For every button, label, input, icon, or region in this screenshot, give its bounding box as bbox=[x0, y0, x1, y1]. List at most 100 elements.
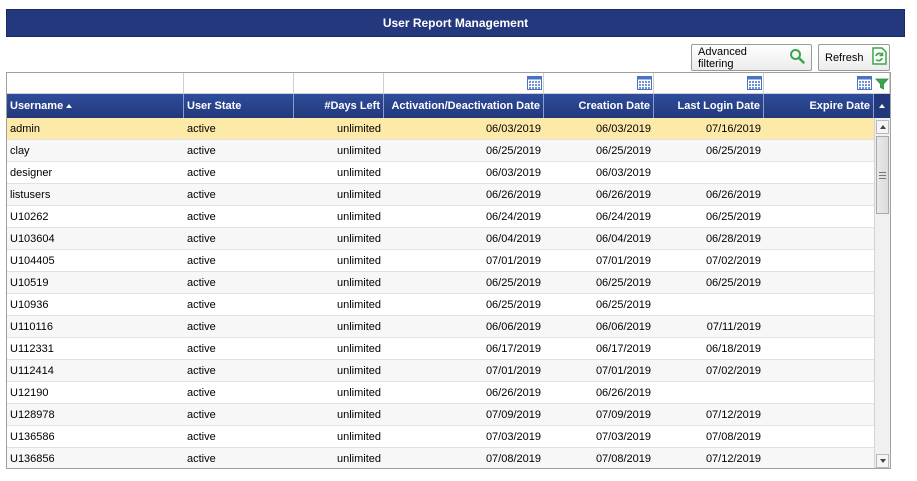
cell-days-left: unlimited bbox=[336, 276, 381, 289]
calendar-icon[interactable] bbox=[857, 76, 872, 93]
filter-icon[interactable] bbox=[875, 77, 889, 94]
table-row[interactable]: U128978 active unlimited 07/09/2019 07/09/20… bbox=[7, 404, 874, 426]
cell-username: U10262 bbox=[10, 210, 49, 223]
table-row[interactable]: U136586 active unlimited 07/03/2019 07/03/20… bbox=[7, 426, 874, 448]
cell-user-state: active bbox=[187, 210, 216, 223]
calendar-icon[interactable] bbox=[527, 76, 542, 93]
table-row[interactable]: U10519 active unlimited 06/25/2019 06/25/201… bbox=[7, 272, 874, 294]
cell-days-left: unlimited bbox=[336, 232, 381, 245]
cell-user-state: active bbox=[187, 276, 216, 289]
cell-last-login-date: 07/12/2019 bbox=[705, 408, 761, 421]
table-row[interactable]: designer active unlimited 06/03/2019 06/03/2… bbox=[7, 162, 874, 184]
cell-last-login-date: 06/18/2019 bbox=[705, 342, 761, 355]
cell-expire-date bbox=[764, 404, 874, 425]
filter-cell-activation-date[interactable] bbox=[384, 73, 544, 94]
table-row[interactable]: U112414 active unlimited 07/01/2019 07/01/20… bbox=[7, 360, 874, 382]
column-header-label: Last Login Date bbox=[677, 100, 760, 112]
table-row[interactable]: U112331 active unlimited 06/17/2019 06/17/20… bbox=[7, 338, 874, 360]
cell-days-left: unlimited bbox=[336, 452, 381, 465]
filter-cell-days-left[interactable] bbox=[294, 73, 384, 94]
cell-last-login-date: 07/16/2019 bbox=[705, 122, 761, 135]
cell-expire-date bbox=[764, 272, 874, 293]
column-header-last-login-date[interactable]: Last Login Date bbox=[654, 94, 764, 118]
column-header-user-state[interactable]: User State bbox=[184, 94, 294, 118]
cell-days-left: unlimited bbox=[336, 430, 381, 443]
column-header-creation-date[interactable]: Creation Date bbox=[544, 94, 654, 118]
table-row[interactable]: U110116 active unlimited 06/06/2019 06/06/20… bbox=[7, 316, 874, 338]
cell-expire-date bbox=[764, 382, 874, 403]
filter-cell-creation-date[interactable] bbox=[544, 73, 654, 94]
cell-creation-date: 07/08/2019 bbox=[595, 452, 651, 465]
cell-last-login-date: 06/25/2019 bbox=[705, 144, 761, 157]
table-body: admin active unlimited 06/03/2019 06/03/2019… bbox=[7, 118, 874, 468]
calendar-icon[interactable] bbox=[747, 76, 762, 93]
advanced-filtering-button[interactable]: Advanced filtering bbox=[691, 44, 812, 71]
cell-user-state: active bbox=[187, 166, 216, 179]
cell-activation-date: 07/08/2019 bbox=[485, 452, 541, 465]
column-header-days-left[interactable]: #Days Left bbox=[294, 94, 384, 118]
cell-days-left: unlimited bbox=[336, 166, 381, 179]
table-row[interactable]: U104405 active unlimited 07/01/2019 07/01/20… bbox=[7, 250, 874, 272]
cell-user-state: active bbox=[187, 342, 216, 355]
table-row[interactable]: U10262 active unlimited 06/24/2019 06/24/201… bbox=[7, 206, 874, 228]
cell-activation-date: 06/25/2019 bbox=[485, 298, 541, 311]
cell-expire-date bbox=[764, 426, 874, 447]
cell-days-left: unlimited bbox=[336, 342, 381, 355]
table-row[interactable]: U103604 active unlimited 06/04/2019 06/04/20… bbox=[7, 228, 874, 250]
cell-creation-date: 06/25/2019 bbox=[595, 144, 651, 157]
cell-activation-date: 06/04/2019 bbox=[485, 232, 541, 245]
cell-username: U104405 bbox=[10, 254, 55, 267]
cell-creation-date: 06/06/2019 bbox=[595, 320, 651, 333]
filter-cell-username[interactable] bbox=[7, 73, 184, 94]
cell-last-login-date: 07/11/2019 bbox=[706, 320, 761, 333]
cell-last-login-date: 06/25/2019 bbox=[705, 210, 761, 223]
sort-ascending-icon bbox=[66, 104, 73, 108]
cell-username: U110116 bbox=[10, 320, 54, 333]
cell-creation-date: 06/03/2019 bbox=[595, 166, 651, 179]
filter-cell-user-state[interactable] bbox=[184, 73, 294, 94]
table-row[interactable]: U136856 active unlimited 07/08/2019 07/08/20… bbox=[7, 448, 874, 468]
table-row[interactable]: listusers active unlimited 06/26/2019 06/26/… bbox=[7, 184, 874, 206]
cell-user-state: active bbox=[187, 408, 216, 421]
cell-activation-date: 06/25/2019 bbox=[485, 276, 541, 289]
cell-activation-date: 06/26/2019 bbox=[485, 386, 541, 399]
column-header-activation-date[interactable]: Activation/Deactivation Date bbox=[384, 94, 544, 118]
cell-username: U136586 bbox=[10, 430, 55, 443]
cell-activation-date: 06/03/2019 bbox=[485, 122, 541, 135]
cell-user-state: active bbox=[187, 386, 216, 399]
cell-days-left: unlimited bbox=[336, 386, 381, 399]
cell-days-left: unlimited bbox=[336, 298, 381, 311]
cell-creation-date: 07/01/2019 bbox=[595, 254, 651, 267]
table-row[interactable]: U10936 active unlimited 06/25/2019 06/25/201… bbox=[7, 294, 874, 316]
cell-expire-date bbox=[764, 448, 874, 468]
cell-creation-date: 06/25/2019 bbox=[595, 276, 651, 289]
cell-last-login-date: 07/08/2019 bbox=[705, 430, 761, 443]
calendar-icon[interactable] bbox=[637, 76, 652, 93]
vertical-scrollbar[interactable] bbox=[874, 118, 890, 468]
column-header-expire-date[interactable]: Expire Date bbox=[764, 94, 874, 118]
refresh-button[interactable]: Refresh bbox=[818, 44, 890, 71]
refresh-label: Refresh bbox=[825, 51, 864, 64]
cell-creation-date: 06/24/2019 bbox=[595, 210, 651, 223]
cell-creation-date: 07/01/2019 bbox=[595, 364, 651, 377]
header-scroll-cap bbox=[874, 94, 890, 118]
cell-creation-date: 07/09/2019 bbox=[595, 408, 651, 421]
filter-cell-expire-date[interactable] bbox=[764, 73, 890, 94]
cell-username: admin bbox=[10, 122, 40, 135]
column-header-username[interactable]: Username bbox=[7, 94, 184, 118]
cell-user-state: active bbox=[187, 122, 216, 135]
column-header-row: Username User State #Days Left Activation/D… bbox=[7, 94, 890, 118]
table-row[interactable]: admin active unlimited 06/03/2019 06/03/2019… bbox=[7, 118, 874, 140]
cell-user-state: active bbox=[187, 144, 216, 157]
scroll-up-button[interactable] bbox=[876, 120, 889, 134]
scroll-thumb[interactable] bbox=[876, 136, 889, 214]
table-row[interactable]: U12190 active unlimited 06/26/2019 06/26/201… bbox=[7, 382, 874, 404]
cell-user-state: active bbox=[187, 298, 216, 311]
filter-cell-last-login-date[interactable] bbox=[654, 73, 764, 94]
cell-activation-date: 06/06/2019 bbox=[485, 320, 541, 333]
cell-username: U136856 bbox=[10, 452, 55, 465]
table-row[interactable]: clay active unlimited 06/25/2019 06/25/2019 0… bbox=[7, 140, 874, 162]
scroll-down-button[interactable] bbox=[876, 454, 889, 468]
cell-last-login-date: 06/26/2019 bbox=[705, 188, 761, 201]
cell-last-login-date bbox=[654, 294, 764, 315]
